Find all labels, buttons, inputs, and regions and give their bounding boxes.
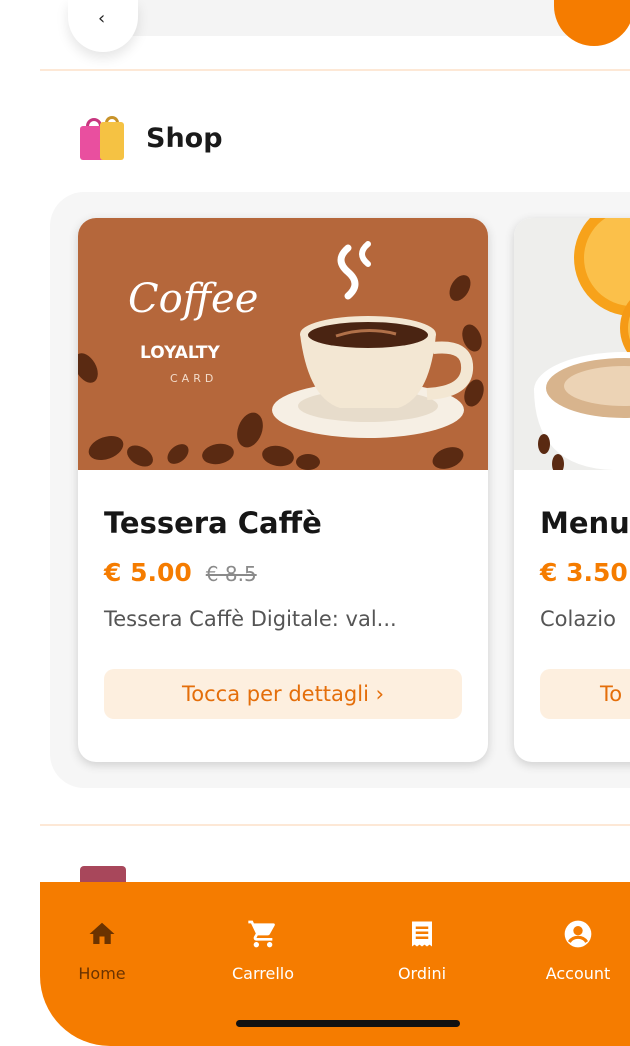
breakfast-menu-image xyxy=(514,218,630,470)
coffee-cup-illustration: Coffee LOYALTY CARD xyxy=(78,218,488,470)
nav-account[interactable]: Account xyxy=(518,916,630,983)
shopping-bags-icon xyxy=(80,116,126,160)
price-row: € 5.00 € 8.5 xyxy=(104,558,462,587)
product-old-price: € 8.5 xyxy=(205,562,257,586)
home-icon xyxy=(89,922,115,944)
product-title: Menu xyxy=(540,506,630,540)
nav-orders[interactable]: Ordini xyxy=(362,916,482,983)
details-button[interactable]: To xyxy=(540,669,630,719)
home-indicator xyxy=(236,1020,460,1027)
bottom-navigation: Home Carrello Ordini Account xyxy=(40,882,630,1046)
nav-home-label: Home xyxy=(78,964,126,983)
product-carousel[interactable]: Coffee LOYALTY CARD Tessera Caffè € 5.00… xyxy=(50,192,630,788)
cappuccino-orange-illustration xyxy=(514,218,630,470)
coffee-script-text: Coffee xyxy=(128,276,258,322)
loyalty-text: LOYALTY xyxy=(140,343,221,363)
product-description: Tessera Caffè Digitale: val... xyxy=(104,607,397,631)
nav-orders-label: Ordini xyxy=(397,964,447,983)
divider-top xyxy=(40,69,630,71)
price-row: € 3.50 xyxy=(540,558,630,587)
search-bar-background xyxy=(70,0,630,36)
product-price: € 5.00 xyxy=(104,558,192,587)
nav-cart[interactable]: Carrello xyxy=(203,916,323,983)
product-card-tessera-caffe[interactable]: Coffee LOYALTY CARD Tessera Caffè € 5.00… xyxy=(78,218,488,762)
coffee-loyalty-card-image: Coffee LOYALTY CARD xyxy=(78,218,488,470)
product-description: Colazio xyxy=(540,607,616,631)
cart-icon xyxy=(248,920,275,948)
product-title: Tessera Caffè xyxy=(104,506,322,540)
nav-home[interactable]: Home xyxy=(42,916,162,983)
nav-account-label: Account xyxy=(545,964,611,983)
nav-cart-label: Carrello xyxy=(231,964,295,983)
shop-section-header: Shop xyxy=(80,116,223,160)
account-icon xyxy=(564,920,592,948)
chevron-left-icon: ‹ xyxy=(98,8,106,29)
receipt-icon xyxy=(412,921,432,947)
product-price: € 3.50 xyxy=(540,558,628,587)
product-card-menu[interactable]: Menu € 3.50 Colazio To xyxy=(514,218,630,762)
shop-title: Shop xyxy=(146,122,223,154)
card-text: CARD xyxy=(170,372,217,385)
divider-bottom xyxy=(40,824,630,826)
details-button[interactable]: Tocca per dettagli › xyxy=(104,669,462,719)
